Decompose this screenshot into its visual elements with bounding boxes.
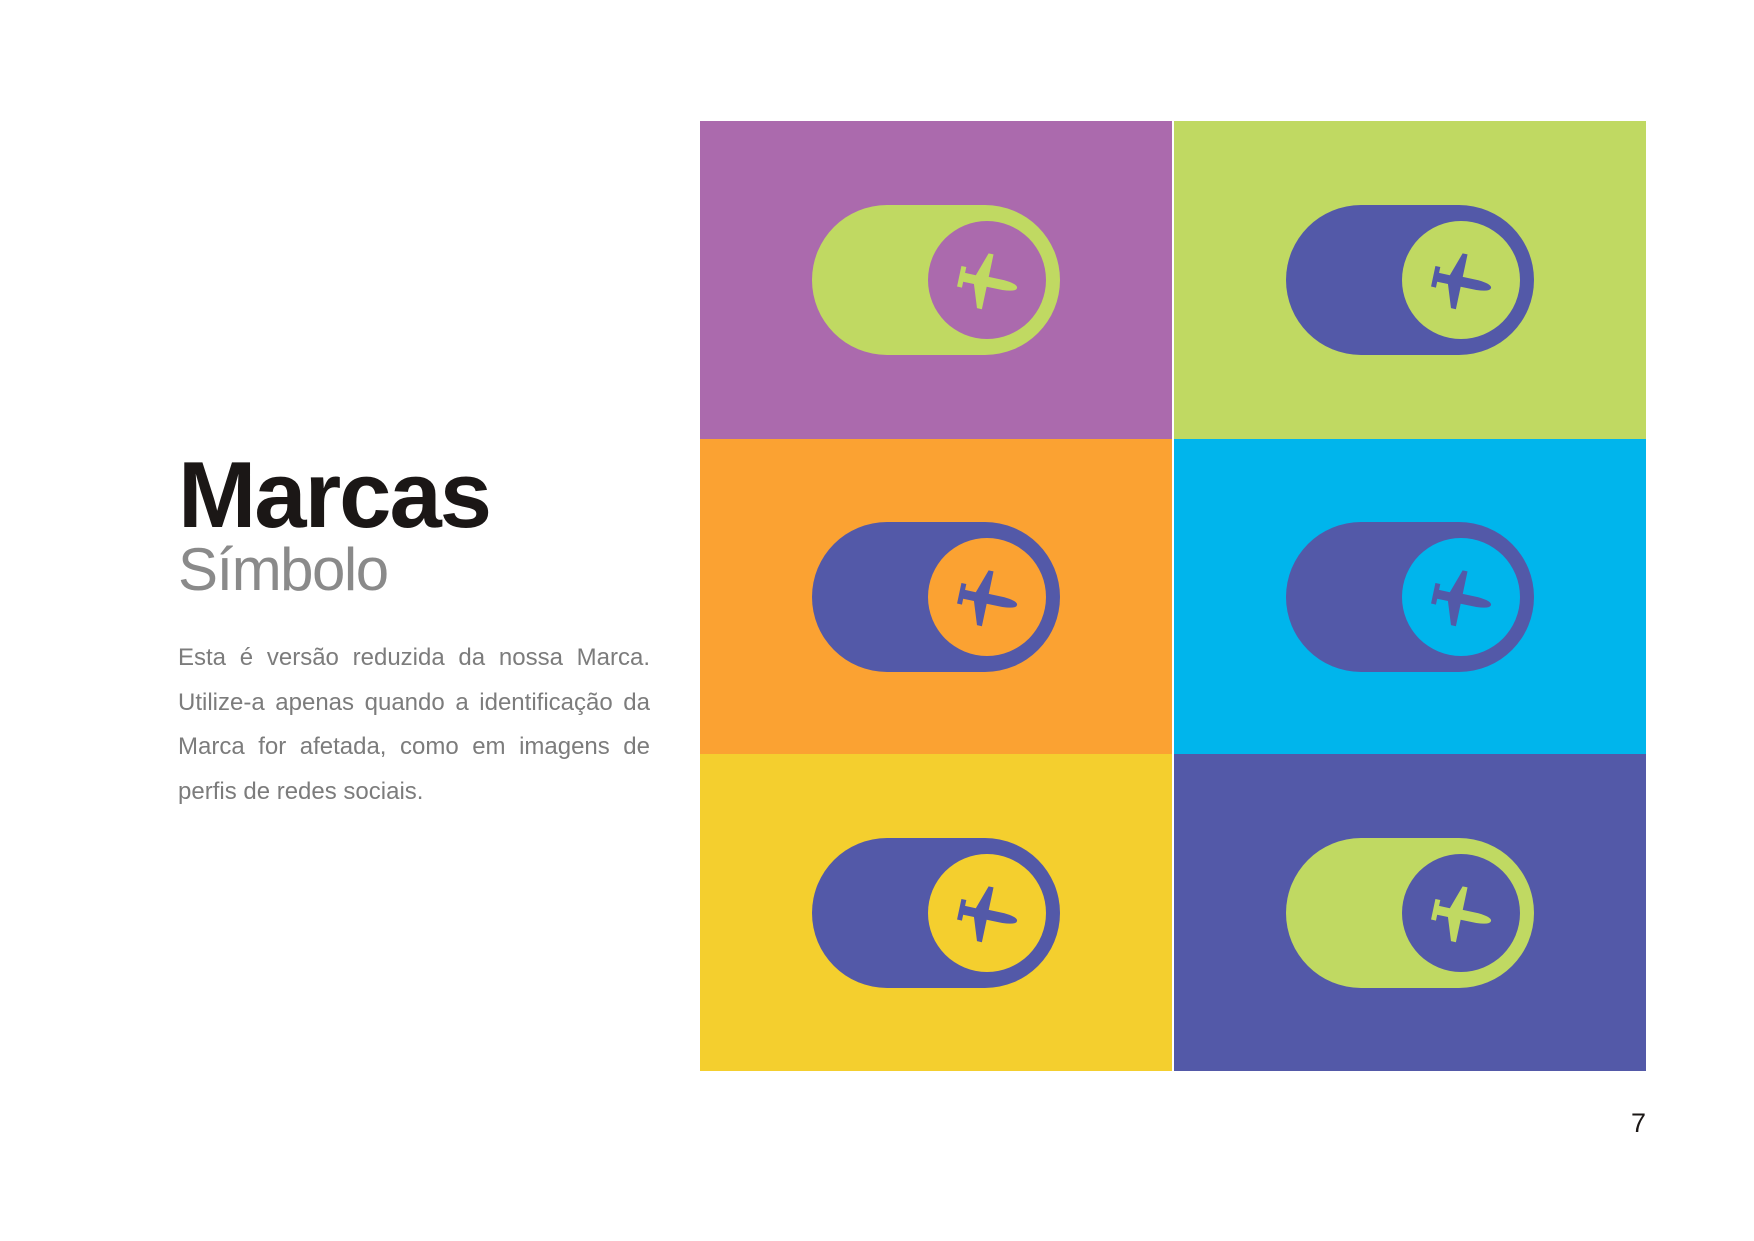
symbol-tile: [700, 439, 1172, 754]
symbol-tile: [1174, 439, 1646, 754]
airplane-toggle-icon: [812, 205, 1060, 355]
symbol-tile: [1174, 754, 1646, 1071]
page-title: Marcas: [178, 442, 492, 547]
airplane-toggle-icon: [1286, 521, 1534, 672]
page-number: 7: [1630, 1108, 1646, 1138]
symbol-tile: [700, 754, 1172, 1071]
symbol-color-grid: [700, 121, 1646, 1073]
airplane-toggle-icon: [1286, 837, 1534, 988]
description-paragraph: Esta é versão reduzida da nossa Marca. U…: [178, 644, 650, 805]
airplane-toggle-icon: [812, 837, 1060, 988]
airplane-toggle-icon: [812, 521, 1060, 672]
symbol-tile: [700, 121, 1172, 439]
symbol-tile: [1174, 121, 1646, 439]
page-subtitle: Símbolo: [178, 536, 389, 603]
airplane-toggle-icon: [1286, 205, 1534, 355]
